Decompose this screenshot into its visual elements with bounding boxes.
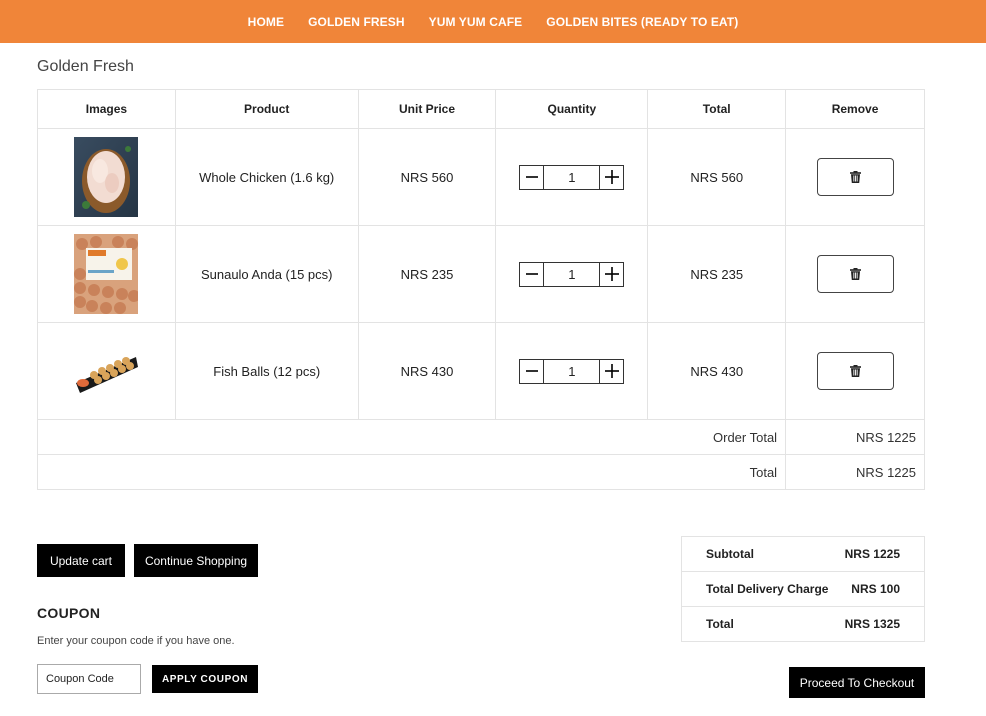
subtotal-row: Subtotal NRS 1225: [680, 536, 925, 572]
plus-icon[interactable]: [599, 165, 624, 189]
quantity-value[interactable]: 1: [544, 360, 599, 383]
trash-icon: [849, 268, 861, 280]
quantity-cell: 1: [495, 225, 649, 323]
product-image-cell: [37, 128, 176, 226]
product-image-cell: [37, 322, 176, 420]
cart-total-row: Total NRS 1225: [36, 454, 925, 490]
quantity-cell: 1: [495, 128, 649, 226]
remove-item-button[interactable]: [816, 158, 894, 196]
product-name: Sunaulo Anda (15 pcs): [174, 225, 359, 323]
trash-icon: [849, 171, 861, 183]
product-name: Whole Chicken (1.6 kg): [174, 128, 359, 226]
grand-total-row: Total NRS 1325: [680, 606, 925, 642]
quantity-stepper: 1: [519, 261, 625, 287]
cart-row: Whole Chicken (1.6 kg) NRS 560 1 NRS 560: [37, 128, 925, 226]
cart-row: Sunaulo Anda (15 pcs) NRS 235 1 NRS 235: [37, 225, 925, 323]
plus-icon[interactable]: [599, 262, 624, 286]
minus-icon[interactable]: [520, 262, 545, 286]
grand-total-label: Total: [680, 606, 839, 642]
header-images: Images: [37, 89, 176, 129]
subtotal-value: NRS 1225: [838, 536, 925, 572]
nav-home-link[interactable]: HOME: [236, 15, 296, 29]
update-cart-button[interactable]: Update cart: [37, 544, 125, 577]
unit-price: NRS 560: [357, 128, 497, 226]
product-name: Fish Balls (12 pcs): [174, 322, 359, 420]
fish-balls-photo[interactable]: [74, 331, 139, 411]
remove-item-button[interactable]: [816, 352, 894, 390]
grand-total-value: NRS 1325: [838, 606, 925, 642]
unit-price: NRS 430: [357, 322, 497, 420]
header-product: Product: [174, 89, 359, 129]
coupon-description: Enter your coupon code if you have one.: [37, 635, 235, 647]
top-navigation: HOME GOLDEN FRESH YUM YUM CAFE GOLDEN BI…: [0, 0, 986, 43]
product-image-cell: [37, 225, 176, 323]
header-total: Total: [647, 89, 787, 129]
remove-cell: [785, 128, 925, 226]
egg-tray-photo[interactable]: [74, 234, 139, 314]
cart-totals-table: Subtotal NRS 1225 Total Delivery Charge …: [680, 536, 925, 642]
delivery-charge-value: NRS 100: [838, 571, 925, 607]
order-total-label: Order Total: [36, 419, 787, 455]
plus-icon[interactable]: [599, 359, 624, 383]
minus-icon[interactable]: [520, 359, 545, 383]
nav-yum-yum-cafe-link[interactable]: YUM YUM CAFE: [417, 15, 535, 29]
header-quantity: Quantity: [495, 89, 649, 129]
unit-price: NRS 235: [357, 225, 497, 323]
delivery-charge-row: Total Delivery Charge NRS 100: [680, 571, 925, 607]
quantity-stepper: 1: [519, 164, 625, 190]
cart-table: Images Product Unit Price Quantity Total…: [36, 89, 925, 490]
coupon-code-input[interactable]: [37, 664, 141, 694]
header-unit-price: Unit Price: [357, 89, 497, 129]
order-total-value: NRS 1225: [785, 419, 925, 455]
quantity-value[interactable]: 1: [544, 166, 599, 189]
nav-golden-bites-link[interactable]: GOLDEN BITES (READY TO EAT): [534, 15, 750, 29]
remove-cell: [785, 225, 925, 323]
subtotal-label: Subtotal: [680, 536, 839, 572]
proceed-to-checkout-button[interactable]: Proceed To Checkout: [789, 667, 925, 698]
nav-golden-fresh-link[interactable]: GOLDEN FRESH: [296, 15, 417, 29]
header-remove: Remove: [785, 89, 925, 129]
continue-shopping-button[interactable]: Continue Shopping: [134, 544, 258, 577]
line-total: NRS 560: [647, 128, 787, 226]
order-total-row: Order Total NRS 1225: [36, 419, 925, 455]
whole-chicken-photo[interactable]: [74, 137, 139, 217]
quantity-value[interactable]: 1: [544, 263, 599, 286]
cart-total-label: Total: [36, 454, 787, 490]
remove-cell: [785, 322, 925, 420]
line-total: NRS 235: [647, 225, 787, 323]
cart-row: Fish Balls (12 pcs) NRS 430 1 NRS 430: [37, 322, 925, 420]
quantity-stepper: 1: [519, 358, 625, 384]
page-title: Golden Fresh: [37, 58, 134, 75]
cart-header-row: Images Product Unit Price Quantity Total…: [37, 89, 925, 129]
cart-total-value: NRS 1225: [785, 454, 925, 490]
apply-coupon-button[interactable]: APPLY COUPON: [152, 665, 258, 693]
trash-icon: [849, 365, 861, 377]
delivery-charge-label: Total Delivery Charge: [680, 571, 839, 607]
minus-icon[interactable]: [520, 165, 545, 189]
line-total: NRS 430: [647, 322, 787, 420]
quantity-cell: 1: [495, 322, 649, 420]
coupon-heading: COUPON: [37, 605, 101, 621]
remove-item-button[interactable]: [816, 255, 894, 293]
